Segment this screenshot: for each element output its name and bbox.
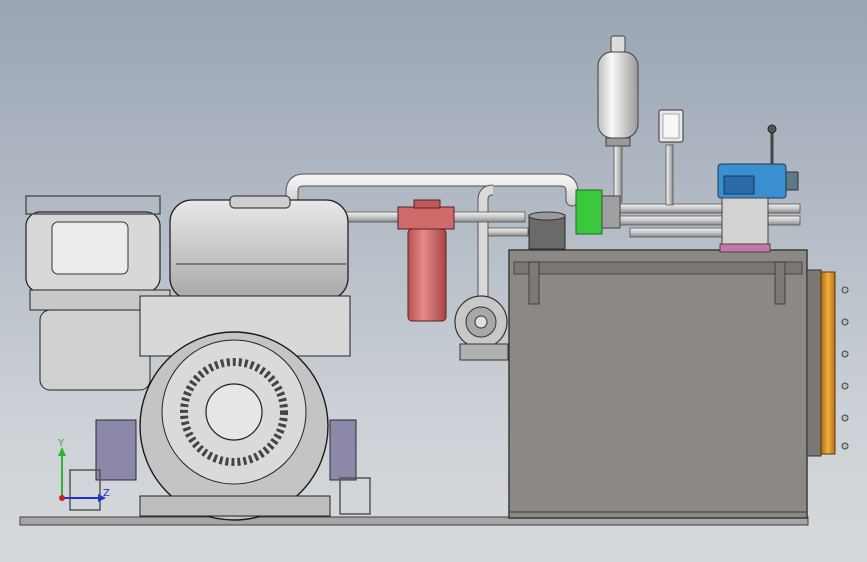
- tank-breather[interactable]: [528, 211, 566, 250]
- return-filter[interactable]: [397, 199, 455, 322]
- y-axis-label: Y: [57, 438, 65, 449]
- accumulator[interactable]: [597, 35, 639, 147]
- pressure-gauge[interactable]: [658, 109, 684, 143]
- tank-side-flange[interactable]: [806, 269, 849, 457]
- directional-control-valve[interactable]: [717, 124, 799, 253]
- z-axis-label: Z: [103, 488, 110, 499]
- hydraulic-tank[interactable]: [508, 249, 808, 519]
- model-drawing[interactable]: Y Z: [0, 0, 867, 562]
- hydraulic-pump[interactable]: [454, 295, 509, 361]
- green-coupling-block[interactable]: [575, 189, 621, 235]
- x-axis-dot: [59, 495, 65, 501]
- cad-3d-viewport[interactable]: Y Z: [0, 0, 867, 562]
- gasoline-engine[interactable]: [25, 195, 371, 521]
